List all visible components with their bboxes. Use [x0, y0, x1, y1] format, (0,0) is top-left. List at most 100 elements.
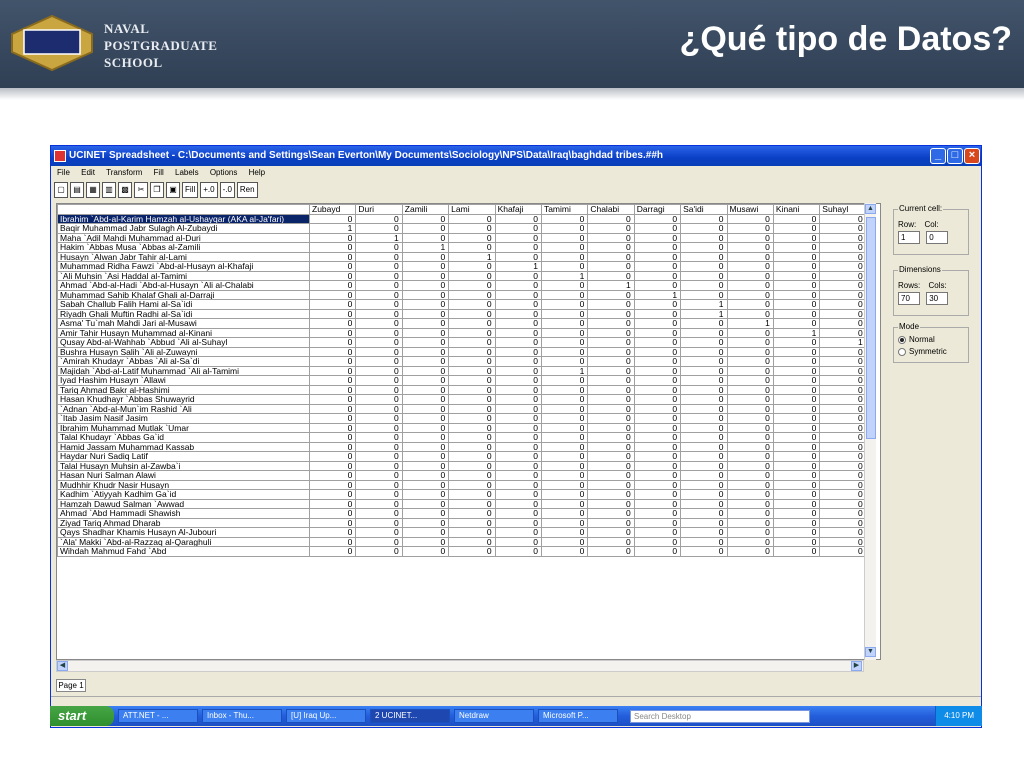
- table-cell[interactable]: 0: [355, 375, 403, 386]
- table-cell[interactable]: 0: [772, 365, 821, 376]
- table-cell[interactable]: 0: [494, 356, 542, 367]
- table-cell[interactable]: 0: [448, 280, 496, 291]
- table-cell[interactable]: 0: [680, 489, 728, 500]
- column-header[interactable]: Khafaji: [494, 204, 542, 215]
- table-cell[interactable]: 0: [448, 441, 496, 452]
- table-cell[interactable]: 0: [819, 375, 867, 386]
- table-cell[interactable]: 0: [355, 356, 403, 367]
- table-cell[interactable]: 0: [494, 403, 542, 414]
- table-cell[interactable]: 0: [494, 327, 542, 338]
- table-cell[interactable]: 0: [494, 270, 542, 281]
- table-cell[interactable]: 0: [680, 451, 728, 462]
- table-cell[interactable]: 0: [540, 213, 589, 224]
- table-cell[interactable]: 0: [819, 489, 867, 500]
- table-cell[interactable]: 0: [401, 508, 450, 519]
- table-cell[interactable]: 0: [540, 356, 589, 367]
- table-cell[interactable]: 1: [355, 232, 403, 243]
- table-cell[interactable]: 0: [308, 280, 357, 291]
- table-cell[interactable]: 0: [772, 403, 821, 414]
- table-cell[interactable]: 0: [494, 337, 542, 348]
- row-label-cell[interactable]: Kadhim `Atiyyah Kadhim Ga`id: [57, 489, 310, 500]
- table-cell[interactable]: 0: [587, 489, 635, 500]
- table-cell[interactable]: 0: [680, 318, 728, 329]
- table-cell[interactable]: 1: [772, 327, 821, 338]
- table-cell[interactable]: 0: [633, 546, 682, 557]
- table-cell[interactable]: 0: [308, 460, 357, 471]
- table-cell[interactable]: 0: [355, 223, 403, 234]
- table-cell[interactable]: 0: [587, 517, 635, 528]
- table-cell[interactable]: 0: [401, 318, 450, 329]
- table-cell[interactable]: 0: [819, 536, 867, 547]
- table-cell[interactable]: 0: [401, 422, 450, 433]
- column-header[interactable]: Kinani: [772, 204, 821, 215]
- table-cell[interactable]: 0: [494, 299, 542, 310]
- table-cell[interactable]: 0: [308, 479, 357, 490]
- table-cell[interactable]: 0: [726, 365, 774, 376]
- row-label-cell[interactable]: Talal Khudayr `Abbas Ga`id: [57, 432, 310, 443]
- table-cell[interactable]: 0: [494, 394, 542, 405]
- copy-icon[interactable]: ❐: [150, 182, 164, 198]
- table-cell[interactable]: 0: [448, 384, 496, 395]
- table-cell[interactable]: 0: [680, 223, 728, 234]
- table-cell[interactable]: 0: [772, 441, 821, 452]
- table-cell[interactable]: 0: [308, 242, 357, 253]
- table-cell[interactable]: 0: [401, 223, 450, 234]
- table-cell[interactable]: 0: [633, 251, 682, 262]
- task-netdraw[interactable]: Netdraw: [454, 709, 534, 723]
- page-tab[interactable]: Page 1: [56, 679, 86, 692]
- table-cell[interactable]: 0: [772, 479, 821, 490]
- radio-selected-icon[interactable]: [898, 335, 906, 344]
- table-cell[interactable]: 0: [633, 365, 682, 376]
- row-label-cell[interactable]: Ziyad Tariq Ahmad Dharab: [57, 517, 310, 528]
- table-cell[interactable]: 0: [540, 384, 589, 395]
- table-cell[interactable]: 0: [633, 356, 682, 367]
- table-cell[interactable]: 0: [726, 527, 774, 538]
- table-cell[interactable]: 0: [448, 327, 496, 338]
- table-cell[interactable]: 0: [772, 470, 821, 481]
- table-cell[interactable]: 0: [587, 270, 635, 281]
- table-cell[interactable]: 0: [355, 394, 403, 405]
- table-cell[interactable]: 0: [308, 308, 357, 319]
- table-cell[interactable]: 0: [819, 356, 867, 367]
- table-cell[interactable]: 0: [540, 280, 589, 291]
- table-cell[interactable]: 0: [587, 327, 635, 338]
- row-label-cell[interactable]: Maha `Adil Mahdi Muhammad al-Duri: [57, 232, 310, 243]
- table-cell[interactable]: 0: [726, 327, 774, 338]
- table-cell[interactable]: 0: [355, 346, 403, 357]
- table-cell[interactable]: 0: [680, 441, 728, 452]
- table-cell[interactable]: 0: [819, 251, 867, 262]
- table-cell[interactable]: 0: [587, 498, 635, 509]
- row-label-cell[interactable]: Hasan Nuri Salman Alawi: [57, 470, 310, 481]
- table-cell[interactable]: 0: [494, 289, 542, 300]
- table-cell[interactable]: 0: [448, 413, 496, 424]
- table-cell[interactable]: 0: [355, 546, 403, 557]
- table-cell[interactable]: 0: [819, 318, 867, 329]
- table-cell[interactable]: 0: [680, 337, 728, 348]
- row-label-cell[interactable]: Riyadh Ghali Muftin Radhi al-Sa`idi: [57, 308, 310, 319]
- table-cell[interactable]: 0: [401, 403, 450, 414]
- table-cell[interactable]: 0: [633, 432, 682, 443]
- table-cell[interactable]: 0: [680, 346, 728, 357]
- table-cell[interactable]: 0: [680, 289, 728, 300]
- table-cell[interactable]: 0: [355, 498, 403, 509]
- horizontal-scrollbar[interactable]: ◀ ▶: [56, 660, 864, 672]
- row-label-cell[interactable]: Hasan Khudhayr `Abbas Shuwayrid: [57, 394, 310, 405]
- table-cell[interactable]: 0: [587, 289, 635, 300]
- table-cell[interactable]: 0: [726, 232, 774, 243]
- table-cell[interactable]: 0: [819, 403, 867, 414]
- table-cell[interactable]: 0: [772, 460, 821, 471]
- table-cell[interactable]: 0: [587, 470, 635, 481]
- table-cell[interactable]: 0: [494, 280, 542, 291]
- table-cell[interactable]: 0: [540, 422, 589, 433]
- table-cell[interactable]: 0: [772, 270, 821, 281]
- table-cell[interactable]: 0: [633, 280, 682, 291]
- table-cell[interactable]: 0: [726, 508, 774, 519]
- table-cell[interactable]: 0: [726, 289, 774, 300]
- row-label-cell[interactable]: Haydar Nuri Sadiq Latif: [57, 451, 310, 462]
- table-cell[interactable]: 0: [494, 508, 542, 519]
- row-label-cell[interactable]: Mudhhir Khudr Nasir Husayn: [57, 479, 310, 490]
- minus-zero-button[interactable]: -.0: [219, 182, 235, 198]
- table-cell[interactable]: 1: [587, 280, 635, 291]
- table-cell[interactable]: 0: [587, 384, 635, 395]
- table-cell[interactable]: 0: [772, 299, 821, 310]
